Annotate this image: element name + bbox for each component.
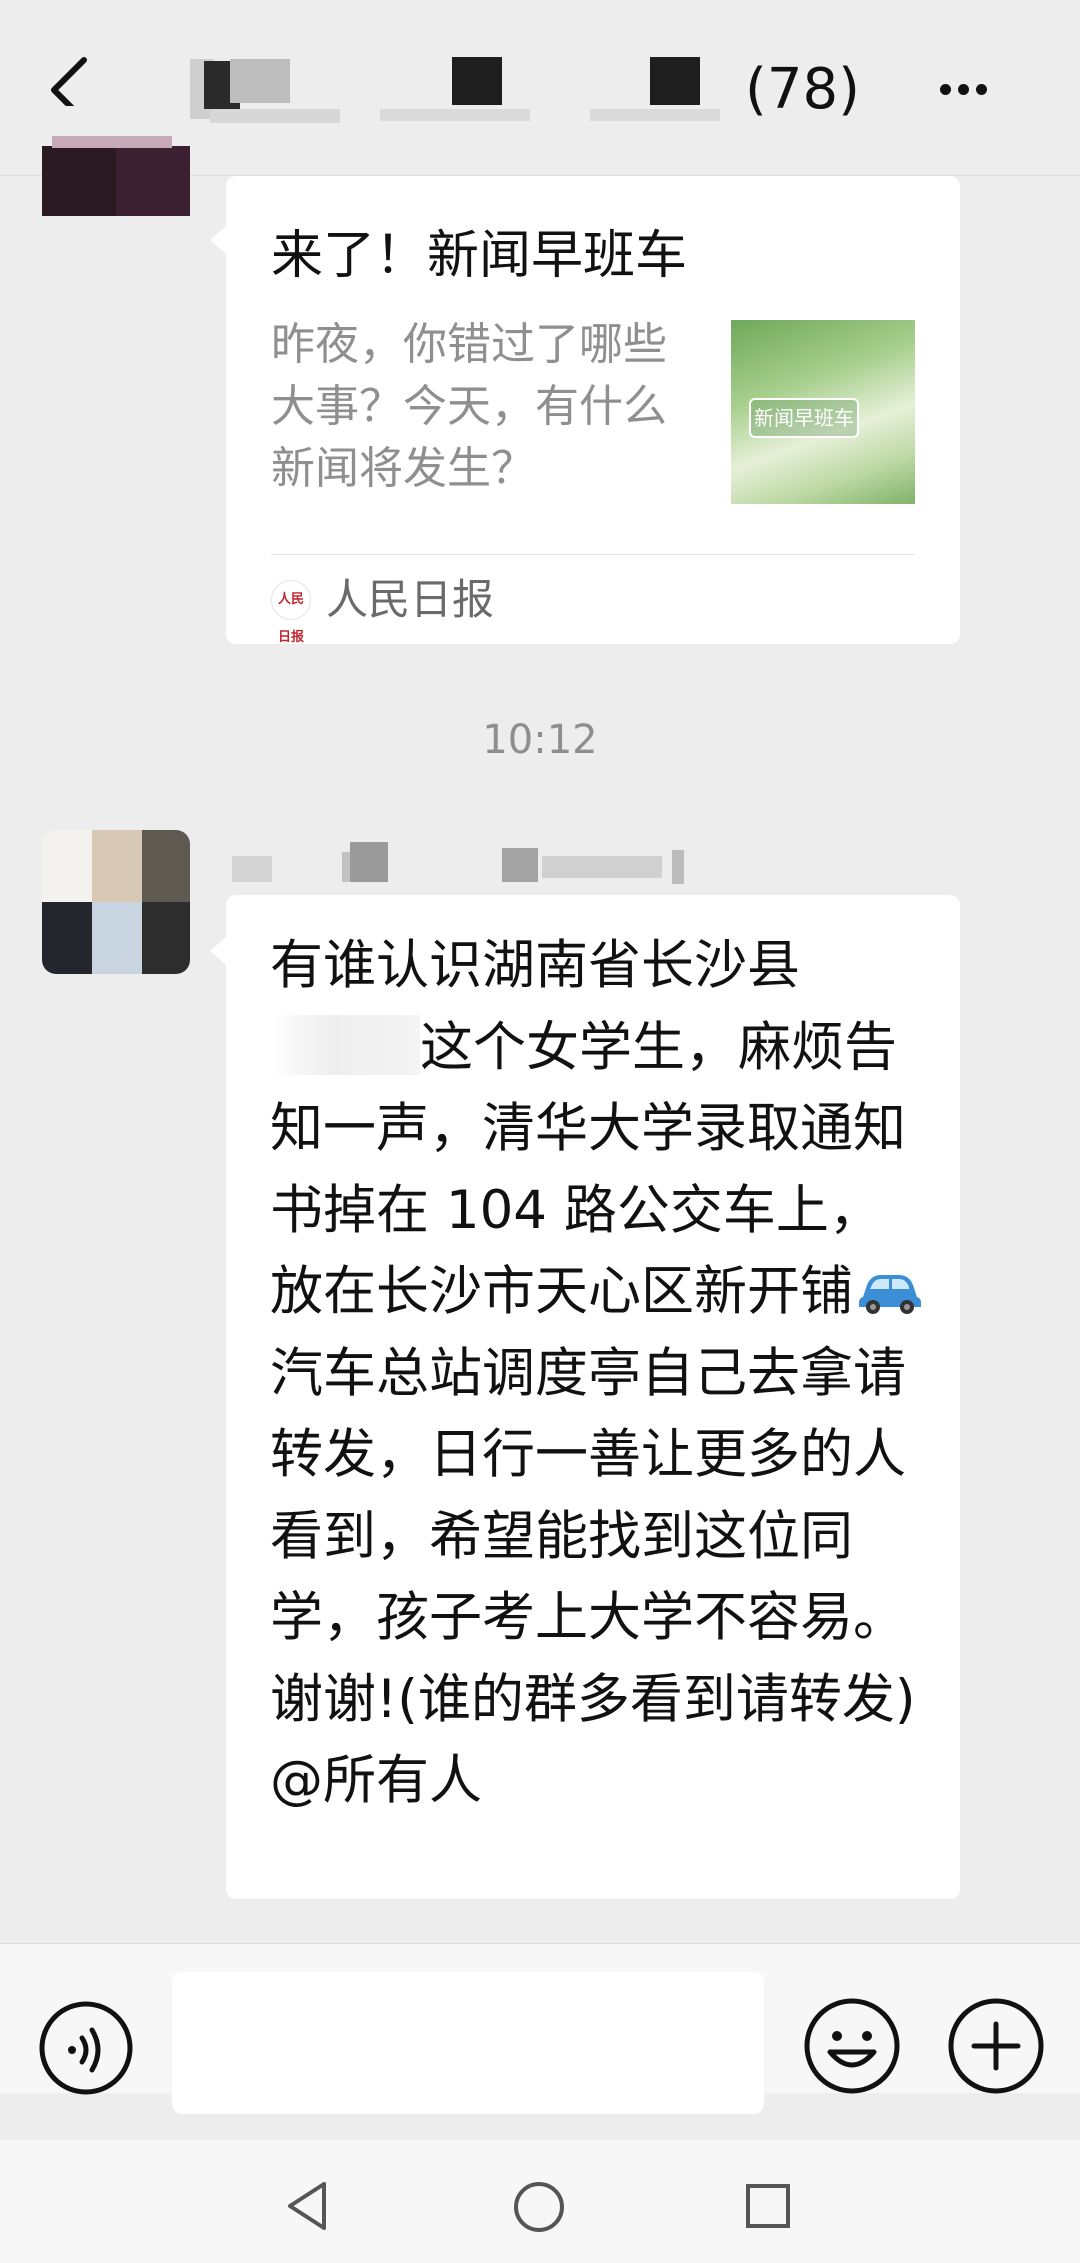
- message-text-part3: 汽车总站调度亭自己去拿请转发，日行一善让更多的人看到，希望能找到这位同学，孩子考…: [270, 1342, 916, 1812]
- article-card[interactable]: 来了！新闻早班车 昨夜，你错过了哪些大事？今天，有什么新闻将发生？ 新闻早班车 …: [210, 176, 960, 645]
- card-divider: [271, 554, 915, 555]
- message-input[interactable]: [172, 1972, 764, 2114]
- text-message-bubble[interactable]: 有谁认识湖南省长沙县这个女学生，麻烦告知一声，清华大学录取通知书掉在 104 路…: [210, 895, 960, 1899]
- article-source: 人民日报: [326, 575, 495, 624]
- nav-back-icon[interactable]: [282, 2178, 332, 2234]
- thumbnail-label: 新闻早班车: [749, 398, 859, 438]
- article-thumbnail: 新闻早班车: [731, 320, 915, 504]
- message-timestamp: 10:12: [482, 717, 598, 763]
- car-icon: [859, 1275, 921, 1314]
- voice-icon[interactable]: [38, 2000, 134, 2096]
- nav-recents-icon[interactable]: [744, 2182, 792, 2230]
- avatar[interactable]: [42, 106, 190, 256]
- plus-icon[interactable]: [946, 1996, 1046, 2096]
- article-title: 来了！新闻早班车: [271, 226, 688, 286]
- avatar[interactable]: [42, 830, 190, 974]
- source-logo-icon: 人民日报: [271, 580, 311, 645]
- message-text: 有谁认识湖南省长沙县这个女学生，麻烦告知一声，清华大学录取通知书掉在 104 路…: [270, 925, 930, 1822]
- redacted-name: [270, 1014, 420, 1075]
- emoji-icon[interactable]: [802, 1996, 902, 2096]
- message-text-part1: 有谁认识湖南省长沙县: [270, 935, 800, 996]
- member-count: (78): [745, 57, 860, 122]
- nav-home-icon[interactable]: [512, 2180, 566, 2234]
- article-description: 昨夜，你错过了哪些大事？今天，有什么新闻将发生？: [271, 319, 667, 494]
- more-horizontal-icon[interactable]: [940, 70, 1020, 110]
- sender-name-obscured: [232, 842, 692, 888]
